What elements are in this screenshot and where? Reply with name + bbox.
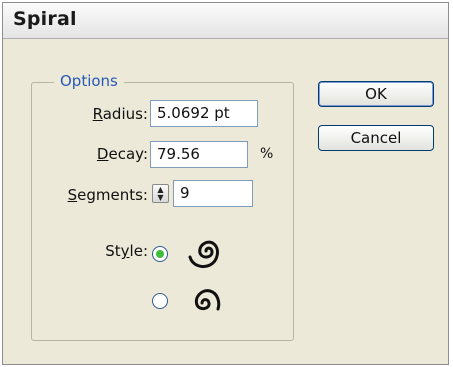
segments-input[interactable]: 9 bbox=[173, 180, 253, 207]
title-bar: Spiral bbox=[3, 3, 448, 39]
radio-selected-dot bbox=[156, 250, 164, 258]
style-label: Style: bbox=[105, 242, 148, 260]
style-clockwise-radio[interactable] bbox=[152, 293, 168, 309]
decay-unit: % bbox=[260, 146, 274, 162]
cancel-button[interactable]: Cancel bbox=[318, 125, 434, 151]
spiral-clockwise-icon[interactable] bbox=[182, 279, 226, 321]
radius-label: Radius: bbox=[92, 105, 148, 123]
segments-label: Segments: bbox=[67, 186, 148, 204]
spiral-dialog: Spiral Options Radius: 5.0692 pt Decay: … bbox=[2, 2, 449, 365]
stepper-down-icon[interactable]: ▼ bbox=[157, 193, 163, 202]
options-legend: Options bbox=[54, 72, 124, 90]
decay-label: Decay: bbox=[96, 145, 148, 163]
dialog-title: Spiral bbox=[13, 8, 77, 30]
spiral-counterclockwise-icon[interactable] bbox=[182, 229, 228, 273]
decay-input[interactable]: 79.56 bbox=[150, 141, 248, 168]
style-counterclockwise-radio[interactable] bbox=[152, 246, 168, 262]
ok-button[interactable]: OK bbox=[318, 81, 434, 107]
options-group: Options Radius: 5.0692 pt Decay: 79.56 %… bbox=[31, 72, 294, 341]
radius-input[interactable]: 5.0692 pt bbox=[150, 100, 258, 127]
stepper-up-down-icon[interactable]: ▲ ▼ bbox=[152, 184, 169, 203]
